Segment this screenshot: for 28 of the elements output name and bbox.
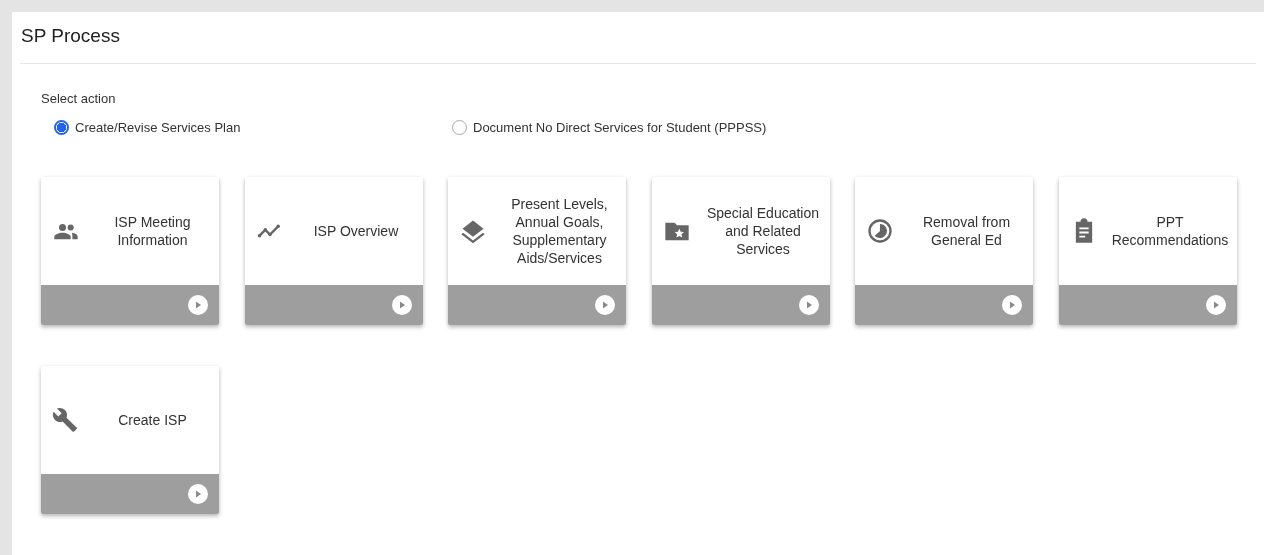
pie-icon [866,217,894,245]
action-tile[interactable]: Removal from General Ed [855,177,1033,325]
tile-label: Create ISP [117,411,188,429]
select-action-label: Select action [41,91,117,106]
play-icon[interactable] [1002,295,1022,315]
tile-label: PPT Recommendations [1110,213,1230,249]
wrench-icon [52,406,80,434]
panel-title: SP Process [20,24,121,48]
action-tile[interactable]: Special Education and Related Services [651,177,830,325]
tile-label: ISP Meeting Information [113,213,192,249]
play-icon[interactable] [1205,295,1226,315]
tile-label: Special Education and Related Services [705,204,821,258]
tile-label: Removal from General Ed [921,213,1012,249]
tile-label: Present Levels, Annual Goals, Supplementary Aids/Services [510,195,609,267]
action-tile[interactable]: Present Levels, Annual Goals, Supplementary Aids/Services [448,177,626,325]
action-tile[interactable]: PPT Recommendations [1058,177,1237,325]
tile-label: ISP Overview [312,222,400,240]
play-icon[interactable] [188,484,208,504]
play-icon[interactable] [798,295,819,315]
radio-option[interactable]: Document No Direct Services for Student (PPPSS) [452,120,850,135]
radio-icon[interactable] [54,120,69,135]
action-tile[interactable]: ISP Overview [244,177,423,325]
play-icon[interactable] [391,295,412,315]
action-tile[interactable]: Create ISP [41,366,219,514]
radio-option[interactable]: Create/Revise Services Plan [54,120,452,135]
play-icon[interactable] [188,295,208,315]
play-icon[interactable] [595,295,615,315]
action-tile[interactable]: ISP Meeting Information [41,177,219,325]
